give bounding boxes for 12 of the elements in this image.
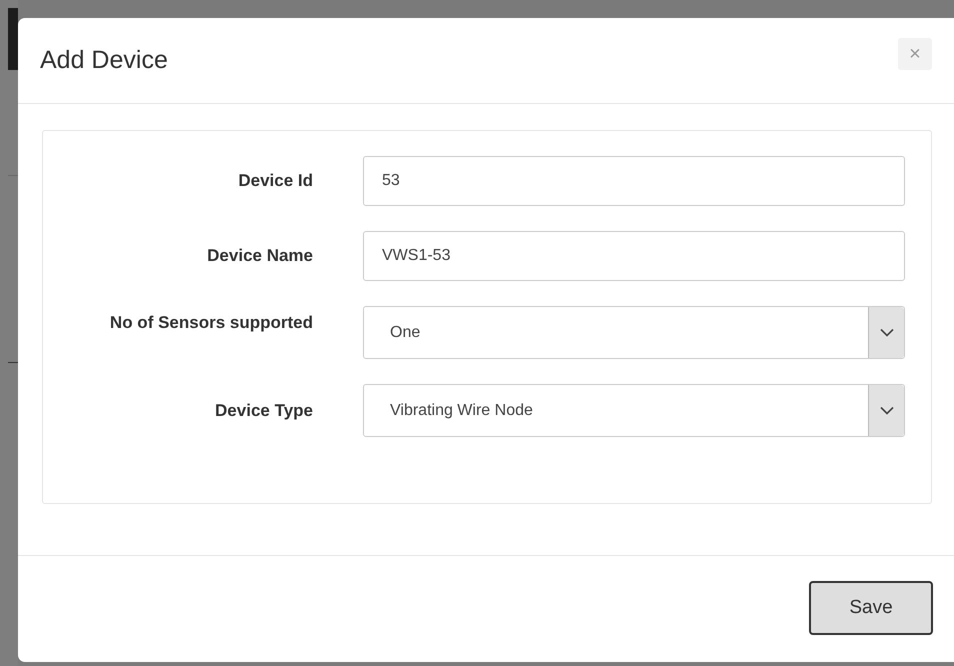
chevron-down-icon [868,385,904,436]
field-label: Device Id [237,170,314,192]
field-label: No of Sensors supported [108,312,314,334]
chevron-down-icon [868,307,904,358]
input-field[interactable]: 53 [363,156,905,206]
dialog-title: Add Device [40,46,168,75]
save-button[interactable]: Save [809,581,933,635]
select-dropdown[interactable]: Vibrating Wire Node [363,384,905,437]
field-label: Device Name [206,245,314,267]
field-label: Device Type [214,400,314,422]
select-dropdown[interactable]: One [363,306,905,359]
input-field[interactable]: VWS1-53 [363,231,905,281]
